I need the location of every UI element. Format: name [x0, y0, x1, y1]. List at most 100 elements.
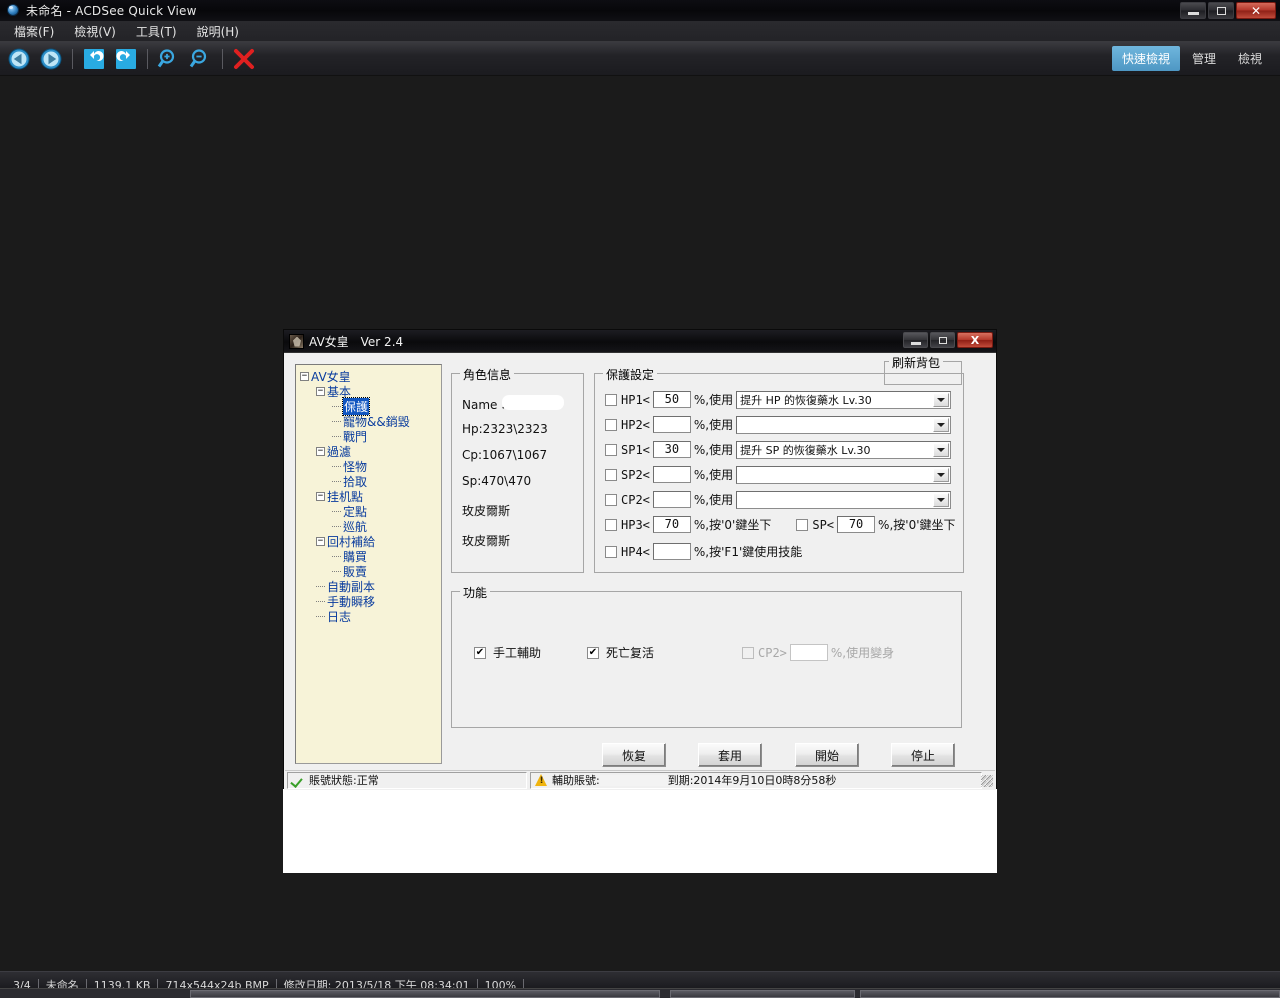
cp2-checkbox[interactable] — [605, 493, 617, 506]
dialog-body: − AV女皇 − 基本 保護 寵物&&銷毀 戰門 − 過濾 怪物 拾取 − 挂机點 定點 巡航 − 回村補給 購買… — [284, 353, 996, 790]
protection-row-cp2: CP2< %,使用 — [605, 490, 952, 509]
scroll-thumb-2[interactable] — [670, 990, 855, 998]
tree-expander-icon[interactable]: − — [316, 387, 325, 396]
rotate-left-icon[interactable] — [79, 44, 109, 74]
sp2-item-combo[interactable] — [736, 465, 952, 484]
hp4-threshold-input[interactable] — [652, 543, 691, 560]
protection-settings-group: 保護設定 HP1< 50 %,使用 提升 HP 的恢復藥水 Lv.30 HP2< %,使用… — [594, 366, 964, 573]
manual-assist-label: 手工輔助 — [493, 646, 542, 660]
tree-item[interactable]: 戰門 — [296, 429, 441, 444]
dialog-minimize-button[interactable] — [903, 332, 928, 348]
tree-item[interactable]: − 過濾 — [296, 444, 441, 459]
restore-button[interactable] — [1208, 2, 1234, 19]
tree-item[interactable]: 寵物&&銷毀 — [296, 414, 441, 429]
scroll-thumb-1[interactable] — [190, 990, 660, 998]
tree-item[interactable]: 巡航 — [296, 519, 441, 534]
sp2-threshold-input[interactable] — [652, 466, 691, 483]
resize-grip[interactable] — [981, 775, 993, 787]
character-extra-line-1: 玫皮爾斯 — [462, 504, 511, 518]
chevron-down-icon[interactable] — [933, 492, 950, 507]
hp1-threshold-input[interactable]: 50 — [652, 391, 691, 408]
tree-item[interactable]: 日志 — [296, 609, 441, 624]
close-button[interactable]: ✕ — [1236, 2, 1276, 19]
chevron-down-icon[interactable] — [933, 442, 950, 457]
bottom-scroll-strip[interactable] — [0, 988, 1280, 998]
stop-button[interactable]: 停止 — [891, 743, 955, 767]
hp2-threshold-input[interactable] — [652, 416, 691, 433]
hp3-checkbox[interactable] — [605, 518, 617, 531]
tree-item[interactable]: 保護 — [296, 397, 441, 416]
tree-item[interactable]: − 回村補給 — [296, 534, 441, 549]
chevron-down-icon[interactable] — [933, 417, 950, 432]
sp1-item-combo[interactable]: 提升 SP 的恢復藥水 Lv.30 — [736, 440, 952, 459]
sp2-checkbox[interactable] — [605, 468, 617, 481]
tree-item[interactable]: 手動瞬移 — [296, 594, 441, 609]
cp2-transform-suffix: %,使用變身 — [830, 646, 895, 660]
zoom-in-icon[interactable] — [154, 44, 184, 74]
tree-item[interactable]: 販賣 — [296, 564, 441, 579]
tree-expander-icon[interactable]: − — [316, 447, 325, 456]
hp3-threshold-input[interactable]: 70 — [652, 516, 691, 533]
menu-view[interactable]: 檢視(V) — [64, 21, 126, 42]
mode-view[interactable]: 檢視 — [1228, 46, 1272, 71]
apply-button[interactable]: 套用 — [698, 743, 762, 767]
character-info-group: 角色信息 Name： Hp:2323\2323 Cp:1067\1067 Sp:… — [451, 366, 584, 573]
hp1-item-combo[interactable]: 提升 HP 的恢復藥水 Lv.30 — [736, 390, 952, 409]
sp1-checkbox[interactable] — [605, 443, 617, 456]
death-revive-checkbox[interactable]: ✔ — [587, 646, 599, 659]
next-image-icon[interactable] — [36, 44, 66, 74]
tree-item[interactable]: − AV女皇 — [296, 369, 441, 384]
delete-icon[interactable] — [229, 44, 259, 74]
menu-help[interactable]: 說明(H) — [187, 21, 249, 42]
dialog-maximize-button[interactable] — [930, 332, 955, 348]
hp2-item-combo[interactable] — [736, 415, 952, 434]
chevron-down-icon[interactable] — [933, 392, 950, 407]
function-manual-assist[interactable]: ✔ 手工輔助 — [474, 644, 544, 661]
chevron-down-icon[interactable] — [933, 467, 950, 482]
dialog-close-button[interactable]: X — [957, 332, 993, 348]
tree-item[interactable]: 定點 — [296, 504, 441, 519]
refresh-bag-legend: 刷新背包 — [889, 354, 944, 371]
hp2-label: HP2< — [621, 417, 650, 432]
toolbar-separator — [222, 48, 223, 69]
hp4-checkbox[interactable] — [605, 545, 617, 558]
tree-expander-icon[interactable]: − — [316, 537, 325, 546]
minimize-button[interactable] — [1180, 2, 1206, 19]
menu-file[interactable]: 檔案(F) — [4, 21, 64, 42]
tree-connector-icon — [332, 406, 341, 407]
mode-quick-view[interactable]: 快速檢視 — [1111, 46, 1180, 71]
tree-item[interactable]: 自動副本 — [296, 579, 441, 594]
sp1-threshold-input[interactable]: 30 — [652, 441, 691, 458]
cp2-threshold-input[interactable] — [652, 491, 691, 508]
tree-connector-icon — [332, 526, 341, 527]
menu-tools[interactable]: 工具(T) — [126, 21, 187, 42]
mode-manage[interactable]: 管理 — [1182, 46, 1226, 71]
death-revive-label: 死亡复活 — [606, 646, 655, 660]
character-name-redaction — [502, 395, 564, 410]
function-death-revive[interactable]: ✔ 死亡复活 — [587, 644, 657, 661]
navigation-tree[interactable]: − AV女皇 − 基本 保護 寵物&&銷毀 戰門 − 過濾 怪物 拾取 − 挂机點 定點 巡航 − 回村補給 購買… — [295, 364, 442, 764]
cp2-item-combo[interactable] — [736, 490, 952, 509]
zoom-out-icon[interactable] — [186, 44, 216, 74]
sp-sit-threshold-input[interactable]: 70 — [837, 516, 876, 533]
warning-icon — [535, 774, 548, 786]
tree-item[interactable]: 拾取 — [296, 474, 441, 489]
image-viewport[interactable]: AV女皇 Ver 2.4 X − AV女皇 − 基本 保護 寵物&&銷毀 戰門 − 過濾 怪物 拾取… — [0, 76, 1280, 971]
hp2-checkbox[interactable] — [605, 418, 617, 431]
scroll-thumb-3[interactable] — [860, 990, 1280, 998]
tree-item[interactable]: − 挂机點 — [296, 489, 441, 504]
start-button[interactable]: 開始 — [795, 743, 859, 767]
tree-expander-icon[interactable]: − — [300, 372, 309, 381]
tree-expander-icon[interactable]: − — [316, 492, 325, 501]
tree-connector-icon — [316, 601, 325, 602]
tree-item[interactable]: 購買 — [296, 549, 441, 564]
tree-item[interactable]: − 基本 — [296, 384, 441, 399]
previous-image-icon[interactable] — [4, 44, 34, 74]
hp1-checkbox[interactable] — [605, 393, 617, 406]
manual-assist-checkbox[interactable]: ✔ — [474, 646, 486, 659]
tree-item[interactable]: 怪物 — [296, 459, 441, 474]
rotate-right-icon[interactable] — [111, 44, 141, 74]
dialog-window-controls: X — [903, 332, 993, 348]
restore-button[interactable]: 恢复 — [602, 743, 666, 767]
sp-sit-checkbox[interactable] — [796, 518, 809, 531]
